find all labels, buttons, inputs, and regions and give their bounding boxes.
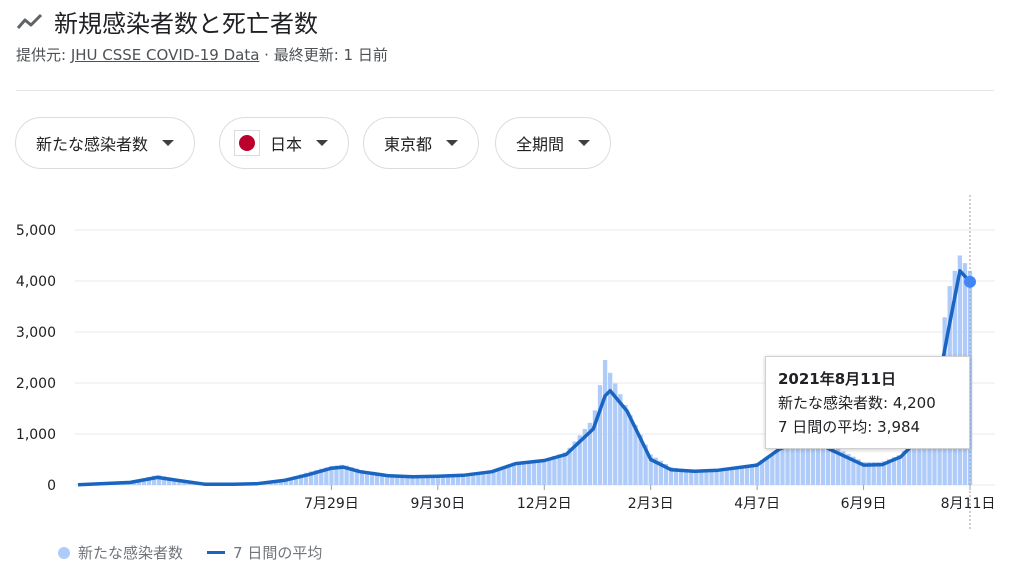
caret-down-icon — [162, 140, 175, 146]
case-bar — [602, 360, 608, 485]
y-tick-label: 2,000 — [16, 376, 56, 392]
source-link[interactable]: JHU CSSE COVID-19 Data — [71, 46, 260, 64]
source-line: 提供元: JHU CSSE COVID-19 Data · 最終更新: 1 日前 — [16, 44, 388, 65]
japan-flag-icon — [234, 130, 260, 156]
case-bar — [521, 461, 527, 485]
case-bar — [547, 457, 552, 485]
legend-line-swatch — [207, 551, 226, 554]
case-bar — [618, 394, 623, 485]
legend-cases-label: 新たな感染者数 — [78, 544, 184, 562]
metric-dropdown[interactable]: 新たな感染者数 — [15, 117, 196, 169]
country-dropdown[interactable]: 日本 — [219, 117, 350, 169]
page-title: 新規感染者数と死亡者数 — [54, 10, 318, 38]
case-bar — [628, 415, 633, 485]
source-prefix: 提供元: — [16, 46, 67, 64]
x-tick-label: 12月2日 — [517, 496, 572, 512]
metric-dropdown-label: 新たな感染者数 — [36, 135, 149, 154]
case-bar — [623, 404, 628, 485]
region-dropdown-label: 東京都 — [384, 135, 433, 154]
x-tick-label: 6月9日 — [841, 496, 887, 512]
case-bar — [526, 460, 532, 485]
caret-down-icon — [446, 140, 459, 146]
y-tick-label: 5,000 — [16, 223, 56, 239]
case-bar — [516, 461, 522, 485]
legend-avg-label: 7 日間の平均 — [233, 544, 323, 562]
x-tick-label: 9月30日 — [410, 496, 465, 512]
y-tick-label: 4,000 — [16, 274, 56, 290]
hover-marker — [964, 275, 976, 288]
last-updated: 最終更新: 1 日前 — [273, 46, 388, 64]
case-bar — [552, 455, 557, 485]
case-bar — [785, 444, 790, 485]
tooltip-cases: 新たな感染者数: 4,200 — [778, 394, 936, 412]
divider — [16, 90, 994, 91]
period-dropdown[interactable]: 全期間 — [495, 117, 612, 169]
title-row: 新規感染者数と死亡者数 — [16, 4, 318, 39]
case-bar — [780, 447, 785, 485]
x-tick-label: 4月7日 — [734, 496, 780, 512]
tooltip: 2021年8月11日 新たな感染者数: 4,200 7 日間の平均: 3,984 — [765, 356, 970, 449]
legend-bar-swatch — [58, 546, 70, 559]
y-tick-label: 1,000 — [16, 427, 56, 443]
tooltip-average: 7 日間の平均: 3,984 — [778, 418, 921, 436]
tooltip-date: 2021年8月11日 — [778, 370, 897, 388]
y-tick-label: 3,000 — [16, 325, 56, 341]
period-dropdown-label: 全期間 — [516, 135, 565, 154]
x-tick-label: 2月3日 — [628, 496, 674, 512]
region-dropdown[interactable]: 東京都 — [363, 117, 480, 169]
case-bar — [770, 453, 775, 485]
source-separator: · — [259, 46, 274, 64]
y-tick-label: 0 — [47, 478, 56, 494]
trend-line-icon — [16, 13, 43, 29]
legend: 新たな感染者数 7 日間の平均 — [58, 542, 322, 563]
case-bar — [775, 450, 780, 485]
x-tick-label: 8月11日 — [941, 496, 996, 512]
country-dropdown-label: 日本 — [270, 135, 303, 154]
case-bar — [557, 454, 562, 485]
case-bar — [597, 385, 603, 485]
case-bar — [531, 460, 537, 485]
caret-down-icon — [316, 140, 329, 146]
caret-down-icon — [578, 140, 591, 146]
case-bar — [537, 459, 542, 485]
case-bar — [562, 452, 567, 485]
case-bar — [542, 459, 547, 485]
x-tick-label: 7月29日 — [304, 496, 359, 512]
